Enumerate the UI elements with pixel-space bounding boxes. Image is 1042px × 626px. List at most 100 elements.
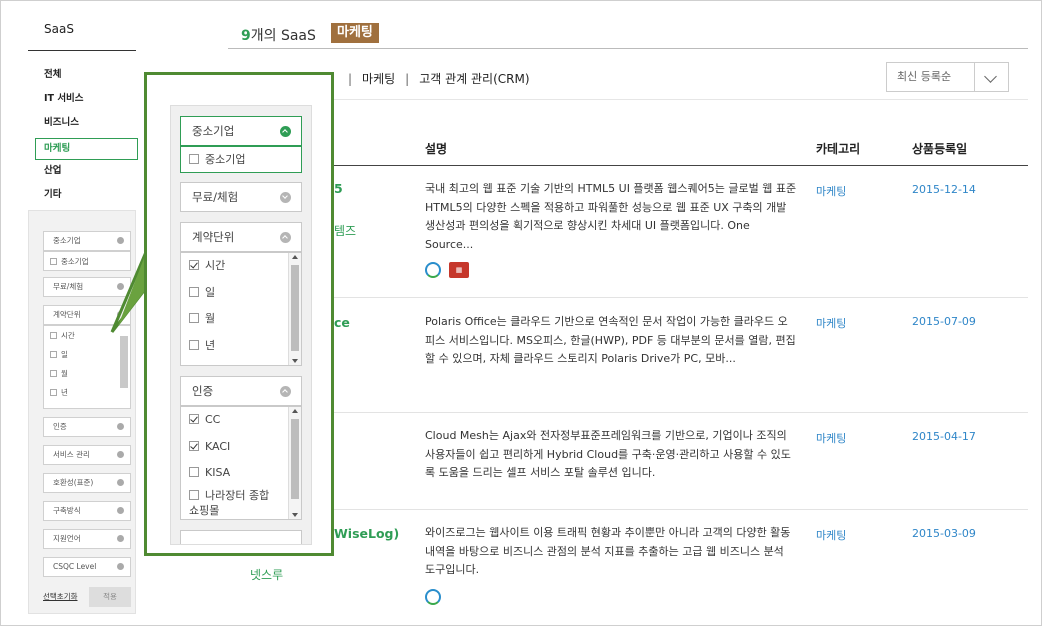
option-label: KISA xyxy=(205,466,231,479)
zoom-filter-cert[interactable]: 인증 xyxy=(180,376,302,406)
checkbox-checked-icon xyxy=(189,440,199,451)
sidebar-item-marketing[interactable]: 마케팅 xyxy=(35,138,138,160)
zoom-cert-option[interactable]: 나라장터 종합 xyxy=(181,487,301,504)
zoom-filter-sme-option[interactable]: 중소기업 xyxy=(181,147,301,172)
breadcrumb-item-crm[interactable]: 고객 관계 관리(CRM) xyxy=(419,72,529,86)
filter-compat[interactable]: 호환성(표준) xyxy=(43,473,131,493)
page-title-text: 개의 SaaS xyxy=(250,28,316,44)
toolbar-divider xyxy=(240,99,1028,100)
header-divider xyxy=(228,48,1028,49)
chevron-up-icon xyxy=(280,232,291,243)
sidebar-item-etc[interactable]: 기타 xyxy=(36,186,138,210)
scrollbar[interactable] xyxy=(288,407,301,519)
zoom-contract-option[interactable]: 일 xyxy=(181,280,301,307)
reset-link[interactable]: 선택초기화 xyxy=(43,591,78,602)
zoom-cert-option[interactable]: KACI xyxy=(181,434,301,461)
product-category[interactable]: 마케팅 xyxy=(816,527,846,543)
product-name[interactable]: ce xyxy=(334,315,350,330)
product-date: 2015-03-09 xyxy=(912,527,976,540)
cert-badge-icon xyxy=(425,589,441,605)
filter-csqc[interactable]: CSQC Level xyxy=(43,557,131,577)
sidebar-title: SaaS xyxy=(44,22,74,36)
option-label: CC xyxy=(205,413,221,426)
filter-csqc-label: CSQC Level xyxy=(53,562,97,571)
breadcrumb-separator: | xyxy=(405,72,410,86)
table-header-divider xyxy=(228,165,1028,166)
option-label: 년 xyxy=(205,338,216,352)
filter-contract-option[interactable]: 일 xyxy=(44,345,130,364)
product-category[interactable]: 마케팅 xyxy=(816,315,846,331)
sidebar-item-business[interactable]: 비즈니스 xyxy=(36,114,138,138)
checkbox-icon xyxy=(50,351,57,358)
product-category[interactable]: 마케팅 xyxy=(816,430,846,446)
filter-contract-option[interactable]: 월 xyxy=(44,364,130,383)
filter-sme-label: 중소기업 xyxy=(53,236,81,245)
sidebar-item-it-service[interactable]: IT 서비스 xyxy=(36,90,138,114)
scrollbar[interactable] xyxy=(120,336,128,388)
filter-cert[interactable]: 인증 xyxy=(43,417,131,437)
chevron-down-icon xyxy=(117,535,124,542)
scroll-down-icon[interactable] xyxy=(292,513,298,517)
sort-select[interactable]: 최신 등록순 xyxy=(886,62,1009,92)
zoom-filter-contract[interactable]: 계약단위 xyxy=(180,222,302,252)
checkbox-icon xyxy=(189,154,199,164)
zoom-filter-next[interactable] xyxy=(180,530,302,544)
zoom-filter-cert-label: 인증 xyxy=(192,384,214,398)
page-title: 9개의 SaaS xyxy=(241,25,316,45)
chevron-down-icon xyxy=(117,423,124,430)
row-divider xyxy=(240,509,1028,510)
sort-divider xyxy=(974,63,975,91)
zoom-filter-panel: 중소기업 중소기업 무료/체험 계약단위 시간 일 월 년 인증 CC KACI… xyxy=(170,105,312,545)
zoom-filter-sme-list: 중소기업 xyxy=(180,146,302,173)
chevron-down-icon xyxy=(117,479,124,486)
sidebar-item-industry[interactable]: 산업 xyxy=(36,162,138,186)
product-vendor[interactable]: 넷스루 xyxy=(250,566,283,583)
category-tag: 마케팅 xyxy=(331,23,379,43)
chevron-down-icon xyxy=(984,70,997,83)
filter-contract-option[interactable]: 년 xyxy=(44,383,130,402)
checkbox-icon xyxy=(189,467,199,477)
zoom-filter-free-label: 무료/체험 xyxy=(192,190,239,204)
product-description: Polaris Office는 클라우드 기반으로 연속적인 문서 작업이 가능… xyxy=(425,315,796,365)
scroll-up-icon[interactable] xyxy=(292,255,298,259)
product-description: Cloud Mesh는 Ajax와 전자정부표준프레임워크를 기반으로, 기업이… xyxy=(425,429,791,479)
option-label: 일 xyxy=(205,285,216,299)
checkbox-icon xyxy=(189,489,199,500)
scroll-up-icon[interactable] xyxy=(292,409,298,413)
filter-service[interactable]: 서비스 관리 xyxy=(43,445,131,465)
zoom-contract-option[interactable]: 시간 xyxy=(181,253,301,280)
product-vendor[interactable]: 템즈 xyxy=(334,222,356,239)
product-name[interactable]: WiseLog) xyxy=(334,526,399,541)
chevron-down-icon xyxy=(117,563,124,570)
filter-build[interactable]: 구축방식 xyxy=(43,501,131,521)
zoom-cert-option[interactable]: KISA xyxy=(181,460,301,487)
option-label: 년 xyxy=(61,388,68,397)
product-description: 와이즈로그는 웹사이트 이용 트래픽 현황과 추이뿐만 아니라 고객의 다양한 … xyxy=(425,526,791,576)
sidebar-item-all[interactable]: 전체 xyxy=(36,66,138,90)
option-label: 일 xyxy=(61,350,68,359)
scrollbar[interactable] xyxy=(288,253,301,365)
option-label: 월 xyxy=(61,369,68,378)
zoom-filter-free[interactable]: 무료/체험 xyxy=(180,182,302,212)
row-divider xyxy=(240,297,1028,298)
filter-lang[interactable]: 지원언어 xyxy=(43,529,131,549)
option-label: 중소기업 xyxy=(61,257,89,266)
product-category[interactable]: 마케팅 xyxy=(816,183,846,199)
zoom-contract-option[interactable]: 년 xyxy=(181,333,301,360)
zoom-cert-option[interactable]: CC xyxy=(181,407,301,434)
scroll-down-icon[interactable] xyxy=(292,359,298,363)
product-name[interactable]: 5 xyxy=(334,181,343,196)
checkbox-icon xyxy=(50,258,57,265)
zoom-filter-contract-list: 시간 일 월 년 xyxy=(180,252,302,366)
zoom-contract-option[interactable]: 월 xyxy=(181,306,301,333)
checkbox-icon xyxy=(189,286,199,297)
zoom-filter-sme[interactable]: 중소기업 xyxy=(180,116,302,146)
option-label: 중소기업 xyxy=(205,153,246,166)
scroll-thumb[interactable] xyxy=(291,265,299,351)
column-header-category: 카테고리 xyxy=(816,142,861,156)
breadcrumb-item-marketing[interactable]: 마케팅 xyxy=(362,72,395,86)
apply-button[interactable]: 적용 xyxy=(89,587,131,607)
scroll-thumb[interactable] xyxy=(291,419,299,499)
breadcrumb: | 마케팅 | 고객 관계 관리(CRM) xyxy=(348,70,540,87)
cert-badge-icon xyxy=(425,262,441,278)
